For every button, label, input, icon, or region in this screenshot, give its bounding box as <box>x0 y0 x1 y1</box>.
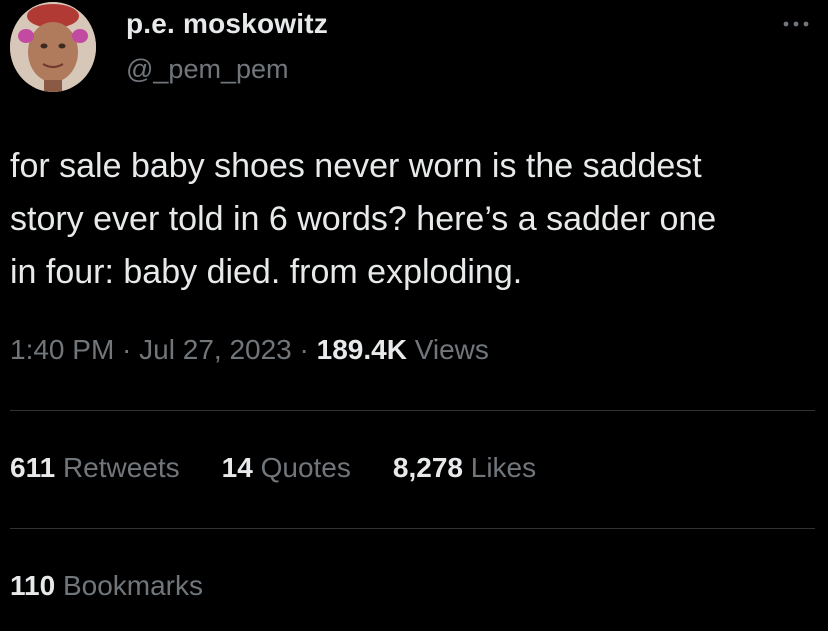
author-handle[interactable]: @_pem_pem <box>126 54 289 85</box>
more-options-icon[interactable] <box>778 14 814 34</box>
engagement-stats: 611 Retweets 14 Quotes 8,278 Likes <box>10 452 536 484</box>
tweet-time[interactable]: 1:40 PM <box>10 334 114 365</box>
bookmarks-label: Bookmarks <box>55 570 203 601</box>
likes-label: Likes <box>462 452 537 483</box>
likes-stat[interactable]: 8,278 Likes <box>393 452 536 484</box>
views-count: 189.4K <box>316 334 407 365</box>
likes-count: 8,278 <box>392 452 463 483</box>
retweets-count: 611 <box>10 452 56 483</box>
quotes-count: 14 <box>221 452 253 483</box>
quotes-label: Quotes <box>252 452 351 483</box>
bookmarks-count: 110 <box>10 570 56 601</box>
tweet-date[interactable]: Jul 27, 2023 <box>139 334 292 365</box>
divider <box>10 528 815 529</box>
tweet-text: for sale baby shoes never worn is the sa… <box>10 147 717 291</box>
retweets-stat[interactable]: 611 Retweets <box>10 452 180 484</box>
quotes-stat[interactable]: 14 Quotes <box>222 452 351 484</box>
divider <box>10 410 815 411</box>
profile-photo-icon <box>10 2 96 92</box>
retweets-label: Retweets <box>55 452 180 483</box>
bookmarks-stat[interactable]: 110 Bookmarks <box>10 570 203 602</box>
meta-separator: · <box>291 334 317 365</box>
meta-separator: · <box>114 334 140 365</box>
tweet-meta: 1:40 PM · Jul 27, 2023 · 189.4K Views <box>10 334 489 366</box>
views-label: Views <box>406 334 489 365</box>
avatar[interactable] <box>10 2 96 92</box>
author-display-name[interactable]: p.e. moskowitz <box>126 8 328 40</box>
tweet-card: p.e. moskowitz @_pem_pem for sale baby s… <box>0 0 828 631</box>
